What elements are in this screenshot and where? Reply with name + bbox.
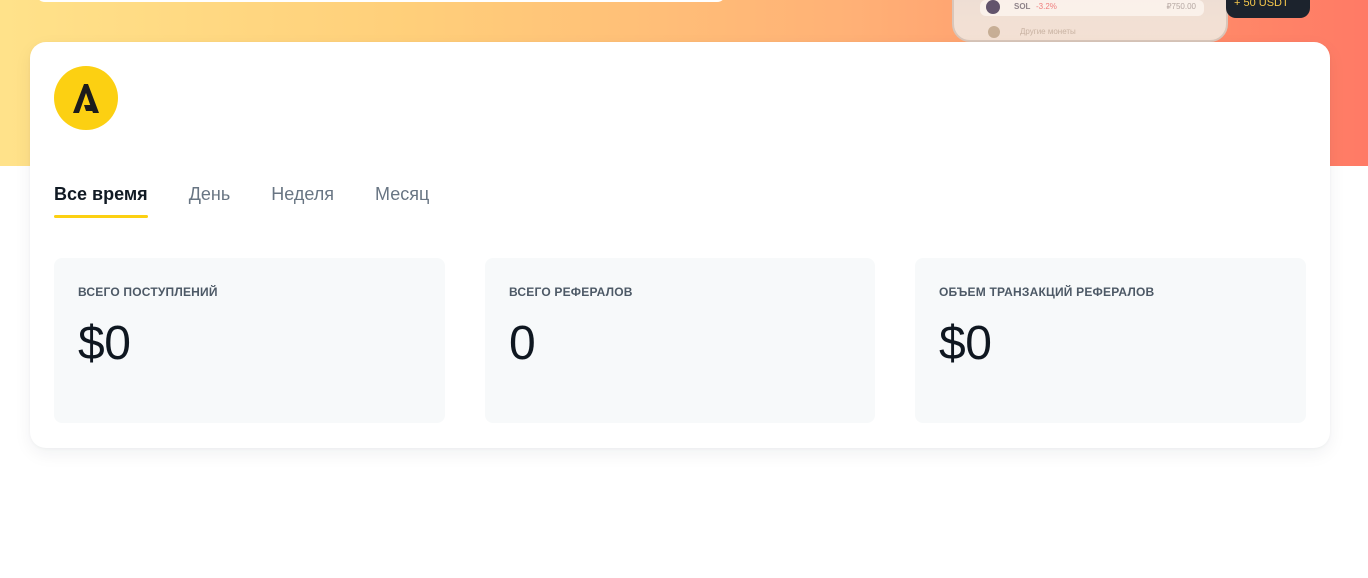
stat-label: ВСЕГО ПОСТУПЛЕНИЙ [78, 285, 218, 299]
stat-value: $0 [78, 317, 131, 370]
stat-referral-volume: ОБЪЕМ ТРАНЗАКЦИЙ РЕФЕРАЛОВ $0 [915, 258, 1306, 423]
phone-mockup: SOL -3.2% ₽750.00 Другие монеты [952, 0, 1228, 42]
logo-a-glyph [73, 84, 99, 113]
tab-day[interactable]: День [189, 182, 231, 218]
logo-a-icon [54, 66, 118, 130]
phone-more-row: Другие монеты [980, 24, 1204, 40]
tab-month[interactable]: Месяц [375, 182, 429, 218]
coin-change: -3.2% [1036, 2, 1057, 11]
coin-icon [988, 26, 1000, 38]
stat-total-referrals: ВСЕГО РЕФЕРАЛОВ 0 [485, 258, 875, 423]
period-tabs: Все время День Неделя Месяц [54, 182, 470, 222]
tab-week[interactable]: Неделя [271, 182, 334, 218]
promo-badge[interactable]: + 50 USDT [1226, 0, 1310, 18]
stat-value: 0 [509, 317, 536, 370]
stat-label: ОБЪЕМ ТРАНЗАКЦИЙ РЕФЕРАЛОВ [939, 285, 1155, 299]
top-search-bar[interactable] [36, 0, 726, 2]
tab-all-time[interactable]: Все время [54, 182, 148, 218]
stat-label: ВСЕГО РЕФЕРАЛОВ [509, 285, 633, 299]
referral-stats-card: Все время День Неделя Месяц ВСЕГО ПОСТУП… [30, 42, 1330, 448]
coin-symbol: SOL [1014, 2, 1031, 11]
phone-coin-row: SOL -3.2% ₽750.00 [980, 0, 1204, 16]
stat-total-income: ВСЕГО ПОСТУПЛЕНИЙ $0 [54, 258, 445, 423]
coin-price: ₽750.00 [1166, 2, 1196, 11]
promo-text: + 50 USDT [1234, 0, 1289, 9]
more-coins-label: Другие монеты [1020, 27, 1076, 36]
stat-value: $0 [939, 317, 992, 370]
coin-icon [986, 0, 1000, 14]
